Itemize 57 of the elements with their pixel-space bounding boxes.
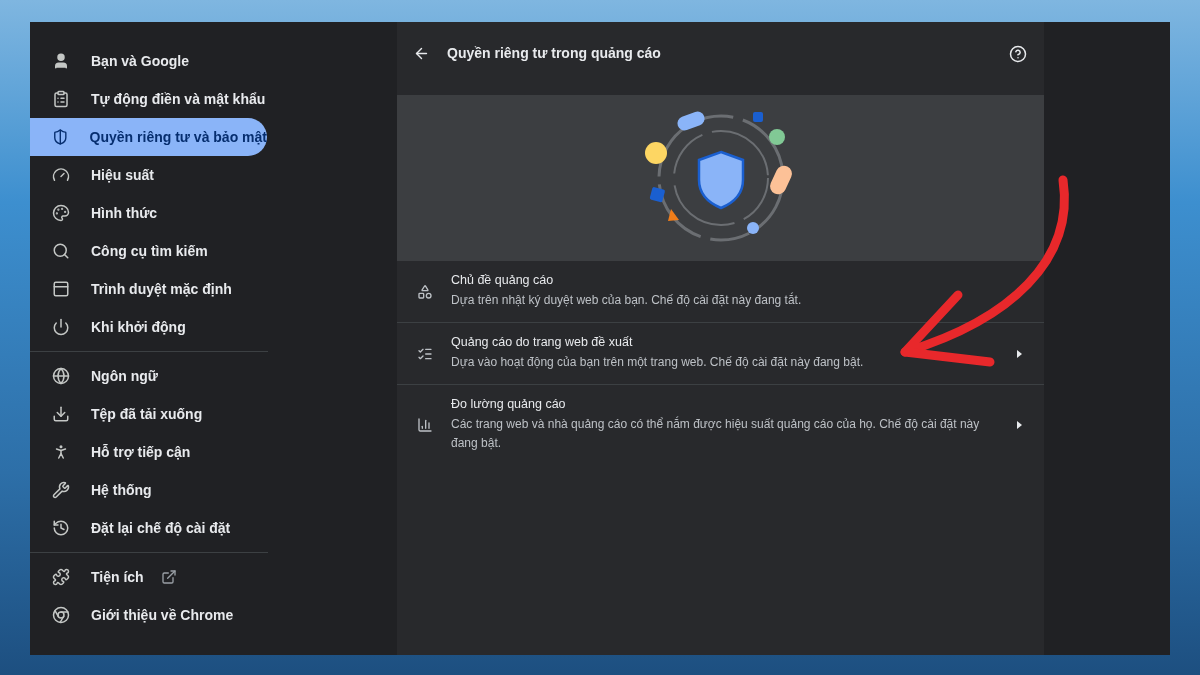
setting-description: Dựa trên nhật ký duyệt web của bạn. Chế độ cài đặt này đang tắt.	[451, 291, 803, 309]
sidebar-item[interactable]: Khi khởi động	[30, 308, 267, 346]
sidebar-label: Tiện ích	[91, 569, 144, 585]
setting-title: Đo lường quảng cáo	[451, 397, 567, 411]
sidebar-item[interactable]: Ngôn ngữ	[30, 357, 267, 395]
sidebar-item[interactable]: Đặt lại chế độ cài đặt	[30, 509, 267, 547]
sidebar-label: Tệp đã tải xuống	[91, 406, 203, 422]
globe-icon	[52, 367, 70, 385]
sidebar-label: Giới thiệu về Chrome	[91, 607, 234, 623]
sidebar-item[interactable]: Hiệu suất	[30, 156, 267, 194]
sidebar-item[interactable]: Bạn và Google	[30, 42, 267, 80]
shield-icon	[52, 128, 69, 146]
sidebar-label: Hỗ trợ tiếp cận	[91, 444, 191, 460]
sidebar-item[interactable]: Trình duyệt mặc định	[30, 270, 267, 308]
sidebar-label: Bạn và Google	[91, 53, 190, 69]
window-icon	[52, 280, 70, 298]
external-link-icon[interactable]	[160, 569, 177, 585]
download-icon	[52, 405, 70, 423]
bar-chart-icon	[417, 417, 433, 433]
gauge-icon	[52, 166, 70, 184]
sidebar-label: Hiệu suất	[91, 167, 154, 183]
sidebar-label: Quyền riêng tư và bảo mật	[89, 129, 267, 145]
expand-arrow-icon[interactable]	[1017, 349, 1022, 358]
page-title: Quyền riêng tư trong quảng cáo	[447, 45, 662, 62]
sidebar-item[interactable]: Tự động điền và mật khẩu	[30, 80, 267, 118]
setting-description: Các trang web và nhà quảng cáo có thể nắm được hiệu suất quảng cáo của họ. Chế độ cài đặt này đang bật.	[451, 415, 981, 452]
sidebar-item[interactable]: Hỗ trợ tiếp cận	[30, 433, 267, 471]
sidebar-item[interactable]: Hình thức	[30, 194, 267, 232]
sidebar-item[interactable]: Giới thiệu về Chrome	[30, 596, 267, 634]
sidebar-item[interactable]: Công cụ tìm kiếm	[30, 232, 267, 270]
sidebar-label: Hệ thống	[91, 482, 152, 498]
sidebar-item[interactable]: Hệ thống	[30, 471, 267, 509]
sidebar-label: Trình duyệt mặc định	[91, 281, 232, 297]
chrome-icon	[52, 606, 70, 624]
wrench-icon	[52, 481, 70, 499]
setting-title: Quảng cáo do trang web đề xuất	[451, 335, 634, 349]
person-icon	[52, 52, 70, 70]
puzzle-icon	[52, 568, 70, 586]
clipboard-icon	[52, 90, 70, 108]
palette-icon	[52, 204, 70, 222]
sidebar-item[interactable]: Tiện ích	[30, 558, 267, 596]
expand-arrow-icon[interactable]	[1017, 421, 1022, 429]
help-icon[interactable]	[1009, 45, 1027, 63]
power-icon	[52, 318, 70, 336]
sidebar-label: Công cụ tìm kiếm	[91, 243, 208, 259]
setting-description: Dựa vào hoạt động của bạn trên một trang web. Chế độ cài đặt này đang bật.	[451, 354, 865, 371]
sidebar-label: Đặt lại chế độ cài đặt	[91, 520, 231, 536]
history-icon	[52, 519, 70, 537]
sidebar-label: Khi khởi động	[91, 319, 186, 335]
sidebar-item[interactable]: Quyền riêng tư và bảo mật	[30, 118, 267, 156]
sidebar-item[interactable]: Tệp đã tải xuống	[30, 395, 267, 433]
sidebar-label: Tự động điền và mật khẩu	[91, 91, 266, 107]
search-icon	[52, 242, 70, 260]
setting-title: Chủ đề quảng cáo	[451, 273, 555, 287]
shapes-icon	[417, 283, 433, 300]
sidebar-label: Ngôn ngữ	[91, 368, 158, 384]
sidebar-label: Hình thức	[91, 205, 158, 221]
